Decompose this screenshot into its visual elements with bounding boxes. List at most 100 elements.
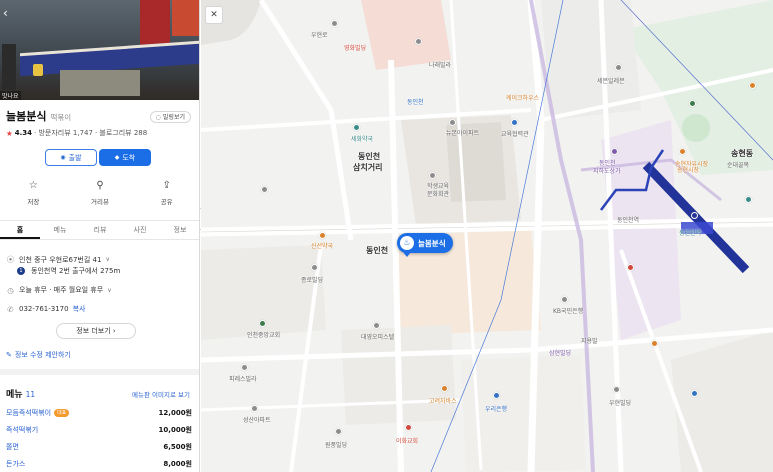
photo-yellow-sign — [33, 64, 43, 76]
menu-item-name: 쫄면 — [6, 443, 19, 451]
poi-dot[interactable] — [251, 405, 258, 412]
poi-dot[interactable] — [449, 119, 456, 126]
save-button[interactable]: ☆ 저장 — [0, 180, 67, 214]
more-info-button[interactable]: 정보 더보기 › — [56, 323, 136, 339]
poi-dot[interactable] — [745, 196, 752, 203]
tab-menu[interactable]: 메뉴 — [40, 221, 80, 239]
poi-dot[interactable] — [493, 392, 500, 399]
poi-dot[interactable] — [353, 124, 360, 131]
clock-icon: ◷ — [7, 285, 14, 295]
visitor-reviews-link[interactable]: · 방문자리뷰 1,747 — [34, 128, 93, 138]
map-label-jiyong: 지용빌 — [581, 338, 598, 345]
map-label-market-2: 지하도상가 — [593, 168, 621, 175]
menu-item-name: 즉석떡볶기 — [6, 426, 39, 434]
menu-item-name: 모듬즉석떡볶이 — [6, 409, 52, 417]
tab-photos[interactable]: 사진 — [120, 221, 160, 239]
poi-dot[interactable] — [651, 340, 658, 347]
poi-dot[interactable] — [441, 385, 448, 392]
menu-item[interactable]: 쫄면 6,500원 — [6, 442, 192, 452]
poi-dot[interactable] — [415, 38, 422, 45]
poi-dot[interactable] — [311, 264, 318, 271]
blog-reviews-link[interactable]: · 블로그리뷰 288 — [95, 128, 147, 138]
map-label-dongincheon: 동인천 — [358, 152, 381, 161]
star-icon: ★ — [6, 128, 13, 138]
map-view[interactable]: 동인천 삼치거리 학생교육 문화회관 동인천 동인천역 송현동 순대골목 뉴본아… — [201, 0, 773, 472]
chevron-down-icon: ∨ — [107, 286, 112, 294]
hours-row[interactable]: ◷ 오늘 휴무 · 매주 월요일 휴무 ∨ — [6, 285, 112, 295]
place-panel: 맛나요 ‹ 늘봄분식 떡볶이 ◌ 밀링보기 ★ 4.34 · 방문자리뷰 1,7… — [0, 0, 200, 472]
pin-icon: ⚲ — [96, 180, 104, 191]
address-row[interactable]: ⦿ 인천 중구 우현로67번길 41 ∨ — [6, 254, 110, 265]
poi-dot[interactable] — [627, 264, 634, 271]
tab-info[interactable]: 정보 — [160, 221, 199, 239]
poi-dot[interactable] — [689, 100, 696, 107]
depart-label: 출발 — [68, 153, 82, 162]
more-info-label: 정보 더보기 — [76, 327, 111, 335]
share-icon: ⇪ — [162, 180, 171, 191]
poi-dot[interactable] — [373, 322, 380, 329]
arrive-label: 도착 — [122, 153, 136, 162]
menu-item[interactable]: 즉석떡볶기 10,000원 — [6, 425, 192, 435]
depart-button[interactable]: ◉ 출발 — [45, 149, 97, 166]
menu-item-name: 돈가스 — [6, 460, 26, 468]
poi-dot[interactable] — [613, 386, 620, 393]
poi-dot[interactable] — [615, 64, 622, 71]
map-label-woori-bank: 우리은행 — [485, 406, 508, 413]
chevron-down-icon: ∨ — [105, 256, 110, 263]
poi-dot[interactable] — [691, 390, 698, 397]
poi-dot[interactable] — [611, 148, 618, 155]
phone-number: 032-761-3170 — [19, 305, 69, 313]
menu-item-price: 8,000원 — [163, 460, 192, 468]
street-view-button[interactable]: ⚲ 거리뷰 — [67, 180, 134, 214]
map-label-yeong: 영화빌딩 — [344, 45, 367, 52]
poi-dot[interactable] — [241, 364, 248, 371]
back-chevron-icon[interactable]: ‹ — [3, 6, 15, 20]
suggest-edit-link[interactable]: ✎ 정보 수정 제안하기 — [6, 350, 71, 360]
menu-title: 메뉴 — [6, 390, 23, 400]
arrive-button[interactable]: ◆ 도착 — [99, 149, 151, 166]
poi-dot[interactable] — [319, 232, 326, 239]
menu-image-link[interactable]: 메뉴판 이미지로 보기 — [132, 389, 190, 399]
place-photo[interactable]: 맛나요 ‹ — [0, 0, 199, 100]
address-text: 인천 중구 우현로67번길 41 — [19, 255, 102, 264]
voice-guide-button[interactable]: ◌ 밀링보기 — [149, 111, 191, 123]
tab-reviews[interactable]: 리뷰 — [80, 221, 120, 239]
poi-dot[interactable] — [331, 20, 338, 27]
menu-item[interactable]: 돈가스 8,000원 — [6, 459, 192, 469]
poi-dot[interactable] — [259, 320, 266, 327]
poi-dot[interactable] — [335, 428, 342, 435]
phone-row: ✆ 032-761-3170 복사 — [6, 304, 85, 314]
menu-header: 메뉴 11 — [6, 387, 35, 400]
map-label-uhyun: 우현빌딩 — [609, 400, 632, 407]
hours-text: 오늘 휴무 · 매주 월요일 휴무 — [19, 286, 104, 294]
map-label-student-center-2: 문화회관 — [427, 191, 450, 198]
poi-dot[interactable] — [749, 82, 756, 89]
share-button[interactable]: ⇪ 공유 — [133, 180, 199, 214]
map-label-sundaegol: 순대골목 — [727, 162, 750, 169]
restaurant-icon: ♨ — [400, 236, 414, 250]
tab-home[interactable]: 홈 — [0, 221, 40, 239]
poi-dot[interactable] — [261, 186, 268, 193]
map-label-samgeori: 삼치거리 — [353, 163, 383, 172]
rating-value: 4.34 — [14, 129, 33, 137]
location-pin-icon: ⦿ — [6, 255, 15, 264]
poi-dot[interactable] — [561, 296, 568, 303]
poi-dot[interactable] — [511, 119, 518, 126]
place-marker[interactable]: ♨ 늘봄분식 — [397, 233, 453, 253]
origin-dot-icon: ◉ — [60, 154, 66, 161]
save-label: 저장 — [27, 198, 40, 206]
copy-phone-link[interactable]: 복사 — [73, 304, 86, 314]
map-label-woohyeon: 우현로 — [311, 32, 328, 39]
place-name: 늘봄분식 — [6, 110, 47, 123]
poi-dot[interactable] — [691, 212, 698, 219]
poi-dot[interactable] — [405, 424, 412, 431]
map-label-seven: 세븐일레븐 — [597, 78, 625, 85]
map-label-wonp: 원풍빌딩 — [325, 442, 348, 449]
marker-pointer — [403, 252, 411, 257]
star-outline-icon: ☆ — [28, 180, 38, 191]
poi-dot[interactable] — [429, 172, 436, 179]
menu-item[interactable]: 모듬즉석떡볶이 대표 12,000원 — [6, 408, 192, 418]
close-icon[interactable]: ✕ — [205, 6, 223, 24]
poi-dot[interactable] — [679, 148, 686, 155]
map-label-daeyeong: 대영오피스텔 — [361, 334, 395, 341]
